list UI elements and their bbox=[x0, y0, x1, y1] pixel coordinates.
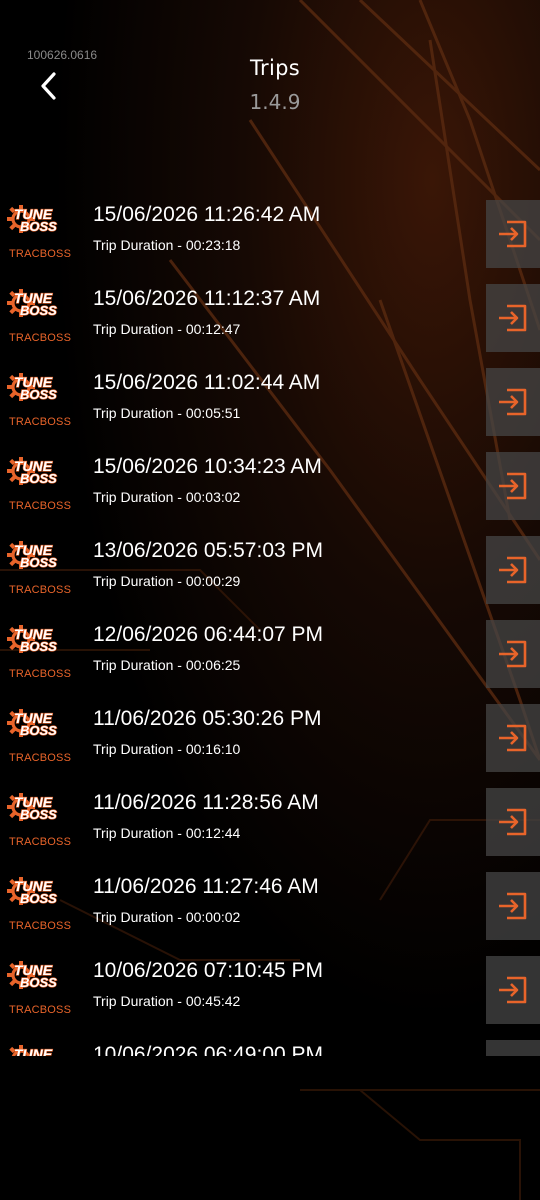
export-icon bbox=[499, 892, 527, 920]
tuneboss-logo: TUNE BOSS TRACBOSS bbox=[6, 1044, 66, 1056]
export-icon bbox=[499, 640, 527, 668]
trip-row[interactable]: TUNE BOSS TRACBOSS 15/06/2026 11:02:44 A… bbox=[0, 358, 540, 442]
export-button[interactable] bbox=[486, 536, 540, 604]
logo-subtitle: TRACBOSS bbox=[9, 584, 72, 596]
trip-date: 15/06/2026 11:12:37 AM bbox=[93, 287, 321, 310]
export-icon bbox=[499, 724, 527, 752]
tuneboss-logo: TUNE BOSS TRACBOSS bbox=[6, 708, 71, 764]
export-button[interactable] bbox=[486, 200, 540, 268]
export-icon bbox=[499, 220, 527, 248]
logo-line2: BOSS bbox=[20, 891, 57, 906]
trip-duration: Trip Duration - 00:12:44 bbox=[93, 825, 241, 841]
export-button[interactable] bbox=[486, 872, 540, 940]
trip-row[interactable]: TUNE BOSS TRACBOSS 13/06/2026 05:57:03 P… bbox=[0, 526, 540, 610]
trip-row[interactable]: TUNE BOSS TRACBOSS 10/06/2026 06:49:00 P… bbox=[0, 1030, 540, 1056]
export-icon bbox=[499, 808, 527, 836]
trip-date: 15/06/2026 11:26:42 AM bbox=[93, 203, 321, 226]
export-icon bbox=[499, 388, 527, 416]
export-button[interactable] bbox=[486, 788, 540, 856]
logo-wordmark: TUNE BOSS bbox=[13, 289, 57, 318]
trip-row[interactable]: TUNE BOSS TRACBOSS 15/06/2026 11:26:42 A… bbox=[0, 190, 540, 274]
logo-line2: BOSS bbox=[20, 219, 57, 234]
export-button[interactable] bbox=[486, 956, 540, 1024]
export-icon bbox=[499, 472, 527, 500]
export-icon bbox=[499, 304, 527, 332]
tuneboss-logo: TUNE BOSS TRACBOSS bbox=[6, 960, 71, 1016]
logo-wordmark: TUNE BOSS bbox=[13, 541, 57, 570]
trip-date: 15/06/2026 10:34:23 AM bbox=[93, 455, 322, 478]
tuneboss-logo: TUNE BOSS TRACBOSS bbox=[6, 540, 71, 596]
logo-subtitle: TRACBOSS bbox=[9, 1004, 72, 1016]
export-button[interactable] bbox=[486, 1040, 540, 1056]
trip-date: 11/06/2026 11:28:56 AM bbox=[93, 791, 319, 814]
export-button[interactable] bbox=[486, 368, 540, 436]
trip-date: 11/06/2026 05:30:26 PM bbox=[93, 707, 322, 730]
trip-row[interactable]: TUNE BOSS TRACBOSS 11/06/2026 11:28:56 A… bbox=[0, 778, 540, 862]
logo-wordmark: TUNE BOSS bbox=[13, 457, 57, 486]
logo-subtitle: TRACBOSS bbox=[9, 752, 72, 764]
logo-line2: BOSS bbox=[20, 807, 57, 822]
logo-wordmark: TUNE BOSS bbox=[13, 961, 57, 990]
trip-row[interactable]: TUNE BOSS TRACBOSS 15/06/2026 11:12:37 A… bbox=[0, 274, 540, 358]
logo-line2: BOSS bbox=[20, 975, 57, 990]
tuneboss-logo: TUNE BOSS TRACBOSS bbox=[6, 204, 71, 260]
trip-row[interactable]: TUNE BOSS TRACBOSS 15/06/2026 10:34:23 A… bbox=[0, 442, 540, 526]
export-icon bbox=[499, 976, 527, 1004]
trip-duration: Trip Duration - 00:00:29 bbox=[93, 573, 241, 589]
logo-subtitle: TRACBOSS bbox=[9, 920, 72, 932]
trip-duration: Trip Duration - 00:06:25 bbox=[93, 657, 241, 673]
logo-subtitle: TRACBOSS bbox=[9, 248, 72, 260]
trip-row[interactable]: TUNE BOSS TRACBOSS 10/06/2026 07:10:45 P… bbox=[0, 946, 540, 1030]
logo-wordmark: TUNE BOSS bbox=[13, 205, 57, 234]
logo-wordmark: TUNE BOSS bbox=[13, 877, 57, 906]
trip-duration: Trip Duration - 00:12:47 bbox=[93, 321, 241, 337]
trip-row[interactable]: TUNE BOSS TRACBOSS 11/06/2026 05:30:26 P… bbox=[0, 694, 540, 778]
page-title: Trips bbox=[250, 56, 300, 80]
trip-date: 12/06/2026 06:44:07 PM bbox=[93, 623, 324, 646]
logo-wordmark: TUNE BOSS bbox=[13, 1045, 53, 1056]
logo-subtitle: TRACBOSS bbox=[9, 332, 72, 344]
export-button[interactable] bbox=[486, 620, 540, 688]
trip-date: 15/06/2026 11:02:44 AM bbox=[93, 371, 321, 394]
trip-date: 10/06/2026 07:10:45 PM bbox=[93, 959, 324, 982]
logo-subtitle: TRACBOSS bbox=[9, 416, 72, 428]
tuneboss-logo: TUNE BOSS TRACBOSS bbox=[6, 456, 71, 512]
logo-subtitle: TRACBOSS bbox=[9, 668, 72, 680]
export-icon bbox=[499, 556, 527, 584]
trip-date: 11/06/2026 11:27:46 AM bbox=[93, 875, 319, 898]
logo-line2: BOSS bbox=[20, 303, 57, 318]
logo-line2: BOSS bbox=[20, 555, 57, 570]
export-button[interactable] bbox=[486, 452, 540, 520]
trip-row[interactable]: TUNE BOSS TRACBOSS 11/06/2026 11:27:46 A… bbox=[0, 862, 540, 946]
export-button[interactable] bbox=[486, 284, 540, 352]
trip-row[interactable]: TUNE BOSS TRACBOSS 12/06/2026 06:44:07 P… bbox=[0, 610, 540, 694]
tuneboss-logo: TUNE BOSS TRACBOSS bbox=[6, 876, 71, 932]
trip-duration: Trip Duration - 00:05:51 bbox=[93, 405, 241, 421]
tuneboss-logo: TUNE BOSS TRACBOSS bbox=[6, 792, 71, 848]
logo-wordmark: TUNE BOSS bbox=[13, 373, 57, 402]
trip-duration: Trip Duration - 00:16:10 bbox=[93, 741, 241, 757]
logo-line2: BOSS bbox=[20, 471, 57, 486]
logo-subtitle: TRACBOSS bbox=[9, 500, 72, 512]
trip-duration: Trip Duration - 00:03:02 bbox=[93, 489, 241, 505]
logo-line1: TUNE bbox=[14, 1046, 53, 1056]
tuneboss-logo: TUNE BOSS TRACBOSS bbox=[6, 372, 71, 428]
export-button[interactable] bbox=[486, 704, 540, 772]
logo-line2: BOSS bbox=[20, 387, 57, 402]
trip-duration: Trip Duration - 00:23:18 bbox=[93, 237, 241, 253]
logo-line2: BOSS bbox=[20, 639, 57, 654]
app-version: 1.4.9 bbox=[249, 90, 301, 114]
trip-duration: Trip Duration - 00:45:42 bbox=[93, 993, 241, 1009]
trip-duration: Trip Duration - 00:00:02 bbox=[93, 909, 241, 925]
trip-list: TUNE BOSS TRACBOSS 15/06/2026 11:26:42 A… bbox=[0, 190, 540, 1056]
logo-wordmark: TUNE BOSS bbox=[13, 709, 57, 738]
logo-wordmark: TUNE BOSS bbox=[13, 625, 57, 654]
tuneboss-logo: TUNE BOSS TRACBOSS bbox=[6, 288, 71, 344]
logo-line2: BOSS bbox=[20, 723, 57, 738]
logo-wordmark: TUNE BOSS bbox=[13, 793, 57, 822]
tuneboss-logo: TUNE BOSS TRACBOSS bbox=[6, 624, 71, 680]
trip-date: 10/06/2026 06:49:00 PM bbox=[93, 1043, 324, 1056]
trip-date: 13/06/2026 05:57:03 PM bbox=[93, 539, 324, 562]
logo-subtitle: TRACBOSS bbox=[9, 836, 72, 848]
